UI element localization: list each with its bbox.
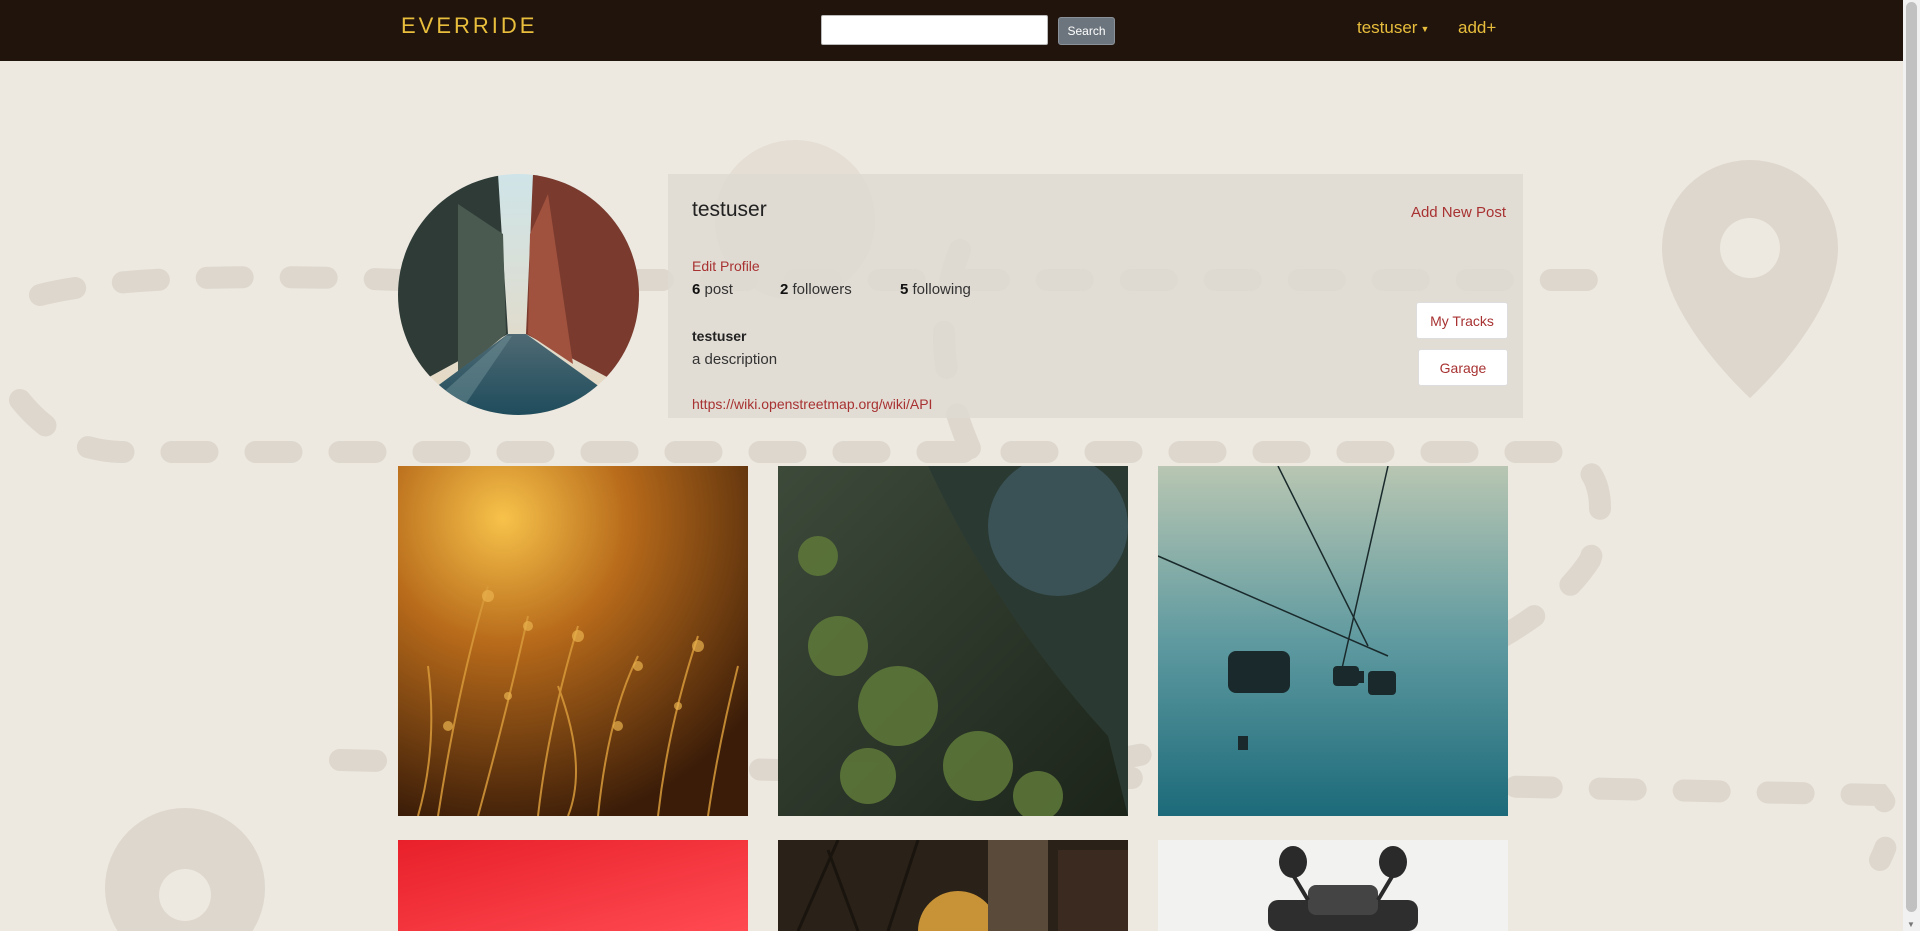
profile-bio: a description (692, 351, 778, 368)
brand-logo[interactable]: EVERRIDE (401, 13, 537, 39)
stat-posts: 6 post (692, 281, 733, 298)
followers-label: followers (792, 281, 852, 298)
post-thumbnail[interactable] (778, 466, 1128, 816)
caret-down-icon: ▼ (1420, 23, 1430, 34)
top-navbar: EVERRIDE Search testuser ▼ add+ (0, 0, 1920, 61)
posts-count: 6 (692, 281, 701, 298)
garage-button[interactable]: Garage (1418, 349, 1508, 386)
golden-grass-image (398, 466, 748, 816)
motorcycle-image (1158, 840, 1508, 931)
profile-username: testuser (692, 198, 767, 221)
search-button[interactable]: Search (1058, 17, 1115, 45)
posts-label: post (704, 281, 733, 298)
edit-profile-link[interactable]: Edit Profile (692, 258, 760, 274)
followers-count: 2 (780, 281, 789, 298)
following-count: 5 (900, 281, 909, 298)
user-menu-label: testuser (1357, 18, 1418, 37)
scroll-down-arrow-icon[interactable]: ▼ (1907, 920, 1915, 929)
user-menu-dropdown[interactable]: testuser ▼ (1357, 18, 1429, 38)
red-image (398, 840, 748, 931)
post-thumbnail[interactable] (1158, 466, 1508, 816)
add-new-post-link[interactable]: Add New Post (1411, 204, 1506, 221)
post-thumbnail[interactable] (778, 840, 1128, 931)
stat-followers[interactable]: 2 followers (780, 281, 852, 298)
profile-website-link[interactable]: https://wiki.openstreetmap.org/wiki/API (692, 396, 932, 412)
post-thumbnail[interactable] (398, 466, 748, 816)
scrollbar-thumb[interactable] (1906, 2, 1917, 912)
city-sunset-image (778, 840, 1128, 931)
add-link[interactable]: add+ (1458, 18, 1496, 38)
search-input[interactable] (821, 15, 1048, 45)
chairlift-image (1158, 466, 1508, 816)
post-thumbnail[interactable] (1158, 840, 1508, 931)
my-tracks-button[interactable]: My Tracks (1416, 302, 1508, 339)
stat-following[interactable]: 5 following (900, 281, 971, 298)
following-label: following (912, 281, 971, 298)
profile-avatar (398, 174, 639, 415)
vertical-scrollbar[interactable]: ▼ (1903, 0, 1920, 931)
post-thumbnail[interactable] (398, 840, 748, 931)
profile-info-card: testuser Add New Post Edit Profile 6 pos… (668, 174, 1523, 418)
mossy-tree-image (778, 466, 1128, 816)
profile-display-name: testuser (692, 328, 747, 344)
